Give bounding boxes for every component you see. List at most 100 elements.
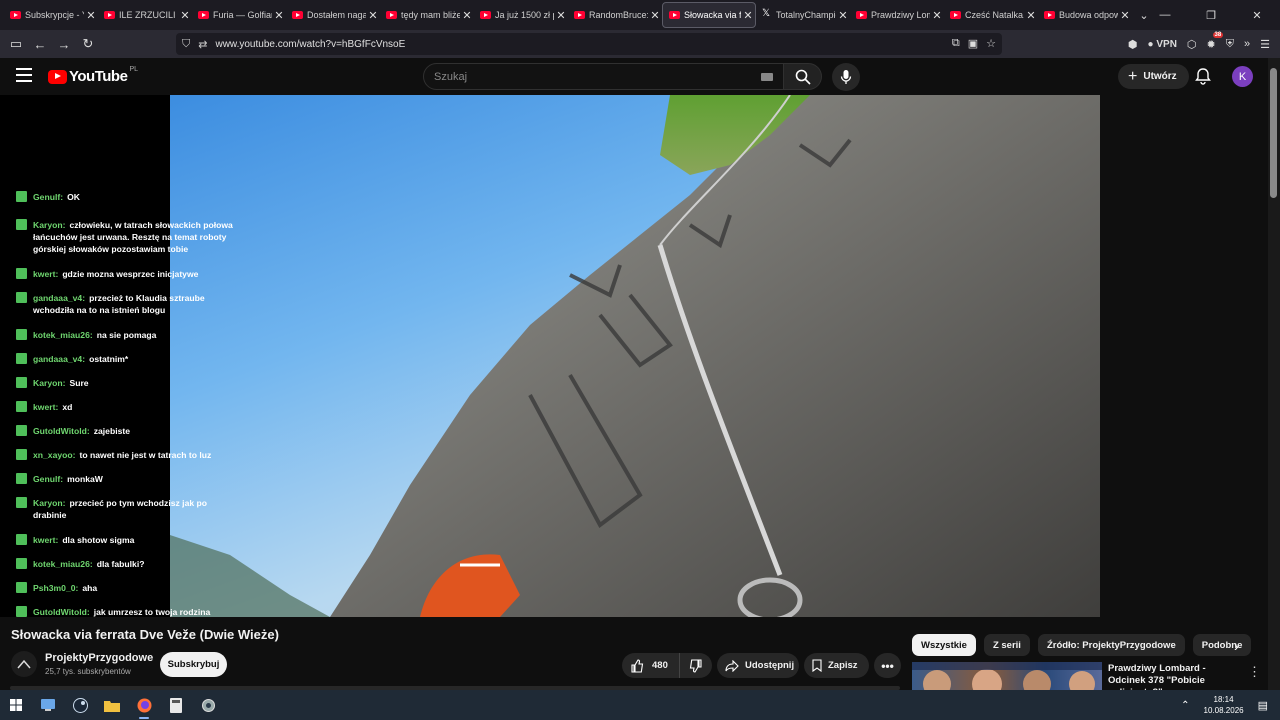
- close-tab-icon[interactable]: ✕: [1118, 9, 1132, 22]
- video-title: Słowacka via ferrata Dve Veže (Dwie Wież…: [11, 627, 279, 642]
- screenshot-icon[interactable]: ▣: [968, 37, 978, 50]
- notification-center-icon[interactable]: ▤: [1258, 699, 1268, 712]
- browser-tab[interactable]: Budowa odpow ✕: [1038, 2, 1132, 28]
- browser-tab[interactable]: Słowacka via ferrata✕: [662, 2, 756, 28]
- window-controls: — ❐ ✕: [1142, 0, 1280, 30]
- extension-icon[interactable]: ⬡: [1187, 38, 1197, 51]
- filter-chip[interactable]: Wszystkie: [912, 634, 976, 656]
- firefox-icon[interactable]: [128, 690, 160, 720]
- youtube-logo[interactable]: YouTube PL: [48, 66, 138, 85]
- sidebar-toggle-icon[interactable]: ▭: [4, 32, 28, 56]
- chips-next-chevron-icon[interactable]: ›: [1234, 638, 1239, 654]
- reload-icon[interactable]: ↻: [76, 32, 100, 56]
- permissions-icon[interactable]: ⇄: [198, 38, 207, 51]
- extension-shield-icon[interactable]: ⬢: [1128, 38, 1138, 51]
- shield-icon[interactable]: ⛉: [182, 38, 190, 51]
- save-button[interactable]: Zapisz: [804, 653, 869, 678]
- video-player[interactable]: Genulf: OK Karyon: człowieku, w tatrach sło…: [0, 95, 1100, 617]
- tool-app-icon[interactable]: [192, 690, 224, 720]
- close-tab-icon[interactable]: ✕: [366, 9, 380, 22]
- chat-username: kotek_miau26:: [33, 559, 93, 569]
- browser-tab[interactable]: Furia — Golfiarz ✕: [192, 2, 286, 28]
- guide-menu-icon[interactable]: [16, 68, 32, 82]
- subscribe-button[interactable]: Subskrybuj: [160, 652, 227, 677]
- browser-tab[interactable]: Ja już 1500 zł pł ✕: [474, 2, 568, 28]
- calculator-icon[interactable]: [160, 690, 192, 720]
- youtube-icon: [10, 11, 21, 19]
- video-frame[interactable]: [170, 95, 1100, 617]
- menu-icon[interactable]: ☰: [1260, 38, 1270, 51]
- steam-icon[interactable]: [64, 690, 96, 720]
- close-window-icon[interactable]: ✕: [1234, 0, 1280, 30]
- vpn-button[interactable]: ● VPN: [1148, 39, 1177, 50]
- browser-tab[interactable]: ILE ZRZUCILI POLACY✕: [98, 2, 192, 28]
- recommended-thumbnail[interactable]: [912, 662, 1102, 690]
- share-button[interactable]: Udostępnij: [717, 653, 799, 678]
- close-tab-icon[interactable]: ✕: [554, 9, 568, 22]
- chat-username: kotek_miau26:: [33, 330, 93, 340]
- clock[interactable]: 18:14 10.08.2026: [1204, 694, 1244, 716]
- close-tab-icon[interactable]: ✕: [178, 9, 192, 22]
- search-button[interactable]: [784, 63, 822, 90]
- browser-tab[interactable]: RandomBruce: lat✕: [568, 2, 662, 28]
- picture-in-picture-icon[interactable]: ⧉: [952, 37, 960, 50]
- scrollbar-thumb[interactable]: [1270, 68, 1277, 198]
- browser-tab[interactable]: Dostałem nagan ✕: [286, 2, 380, 28]
- chat-text: dla shotow sigma: [62, 535, 135, 545]
- browser-tab[interactable]: tędy mam bliżej ✕: [380, 2, 474, 28]
- close-tab-icon[interactable]: ✕: [460, 9, 474, 22]
- bookmark-star-icon[interactable]: ☆: [986, 37, 996, 50]
- more-actions-button[interactable]: •••: [874, 653, 901, 678]
- browser-tab[interactable]: Prawdziwy Lomb✕: [850, 2, 944, 28]
- extension-badge-icon[interactable]: ✹ 38: [1207, 31, 1224, 51]
- back-icon[interactable]: ←: [28, 32, 52, 56]
- tab-title: Dostałem nagan: [307, 10, 366, 20]
- file-explorer-icon[interactable]: [96, 690, 128, 720]
- chat-text: gdzie mozna wesprzec inicjatywe: [62, 269, 199, 279]
- channel-name[interactable]: ProjektyPrzygodowe: [45, 652, 153, 664]
- windows-taskbar: ⌃ 18:14 10.08.2026 ▤: [0, 690, 1280, 720]
- keyboard-icon[interactable]: [761, 73, 773, 81]
- filter-chip[interactable]: Z serii: [983, 634, 1030, 656]
- filter-chip[interactable]: Podobne: [1192, 634, 1252, 656]
- account-avatar[interactable]: K: [1232, 66, 1253, 87]
- minimize-icon[interactable]: —: [1142, 0, 1188, 30]
- url-text[interactable]: www.youtube.com/watch?v=hBGfFcVnsoE: [215, 39, 405, 50]
- overflow-chevron-icon[interactable]: »: [1244, 38, 1250, 50]
- chat-username: kwert:: [33, 402, 59, 412]
- privacy-shield-icon[interactable]: ⛨: [1226, 38, 1234, 51]
- thumbnail-faces-image: [912, 662, 1102, 690]
- close-tab-icon[interactable]: ✕: [741, 9, 755, 22]
- address-bar[interactable]: ⛉ ⇄ www.youtube.com/watch?v=hBGfFcVnsoE …: [176, 33, 1002, 55]
- forward-icon[interactable]: →: [52, 32, 76, 56]
- browser-tab[interactable]: Cześć Natalka, n✕: [944, 2, 1038, 28]
- restore-icon[interactable]: ❐: [1188, 0, 1234, 30]
- dislike-button[interactable]: [680, 658, 712, 673]
- channel-avatar[interactable]: [11, 651, 37, 677]
- tab-title: Ja już 1500 zł pł: [495, 10, 554, 20]
- filter-chip[interactable]: Źródło: ProjektyPrzygodowe: [1037, 634, 1185, 656]
- search-input[interactable]: Szukaj: [423, 63, 784, 90]
- chat-message-body: kotek_miau26: na sie pomaga: [33, 329, 156, 341]
- close-tab-icon[interactable]: ✕: [272, 9, 286, 22]
- browser-tab[interactable]: TotalnyChampion✕: [756, 2, 850, 28]
- close-tab-icon[interactable]: ✕: [648, 9, 662, 22]
- voice-search-button[interactable]: [832, 63, 860, 91]
- browser-tab[interactable]: Subskrypcje - YouTube✕: [4, 2, 98, 28]
- recommended-menu-icon[interactable]: ⋮: [1248, 664, 1261, 680]
- tray-chevron-up-icon[interactable]: ⌃: [1181, 700, 1189, 711]
- chat-message: kwert: gdzie mozna wesprzec inicjatywe: [10, 268, 238, 280]
- close-tab-icon[interactable]: ✕: [836, 9, 850, 22]
- start-windows-icon[interactable]: [0, 690, 32, 720]
- page-scrollbar[interactable]: [1268, 58, 1280, 690]
- close-tab-icon[interactable]: ✕: [1024, 9, 1038, 22]
- close-tab-icon[interactable]: ✕: [84, 9, 98, 22]
- chat-message: gandaaa_v4: przecież to Klaudia sztraube …: [10, 292, 238, 316]
- notifications-bell-icon[interactable]: [1194, 67, 1212, 85]
- app-icon[interactable]: [32, 690, 64, 720]
- close-tab-icon[interactable]: ✕: [930, 9, 944, 22]
- create-button[interactable]: + Utwórz: [1118, 64, 1189, 89]
- chat-text: zajebiste: [93, 426, 131, 436]
- recommended-video[interactable]: Prawdziwy Lombard - Odcinek 378 "Pobicie…: [912, 662, 1268, 698]
- like-button[interactable]: 480: [622, 653, 680, 678]
